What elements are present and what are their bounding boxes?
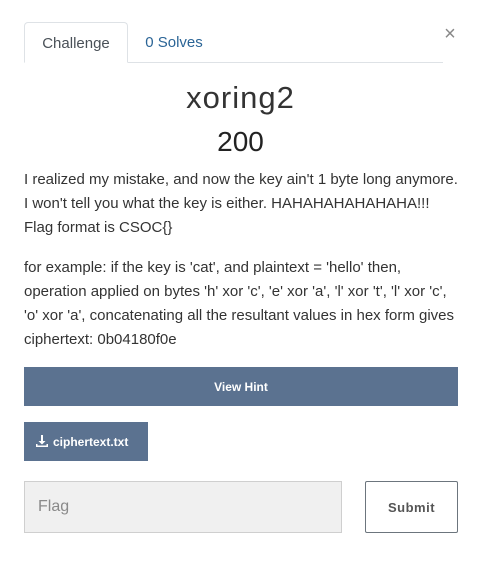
file-download-button[interactable]: ciphertext.txt [24,422,148,461]
tab-challenge[interactable]: Challenge [24,22,128,63]
challenge-tabs: Challenge 0 Solves [24,22,443,63]
challenge-description: I realized my mistake, and now the key a… [24,171,458,236]
challenge-name: xoring2 [186,80,295,115]
tab-solves[interactable]: 0 Solves [144,22,204,62]
challenge-example: for example: if the key is 'cat', and pl… [24,259,455,348]
file-name: ciphertext.txt [53,435,129,449]
flag-input[interactable] [24,481,342,533]
view-hint-button[interactable]: View Hint [24,367,458,406]
close-icon[interactable]: × [441,24,459,44]
download-icon [36,422,48,461]
challenge-points: 200 [217,126,264,157]
submit-button[interactable]: Submit [365,481,458,533]
